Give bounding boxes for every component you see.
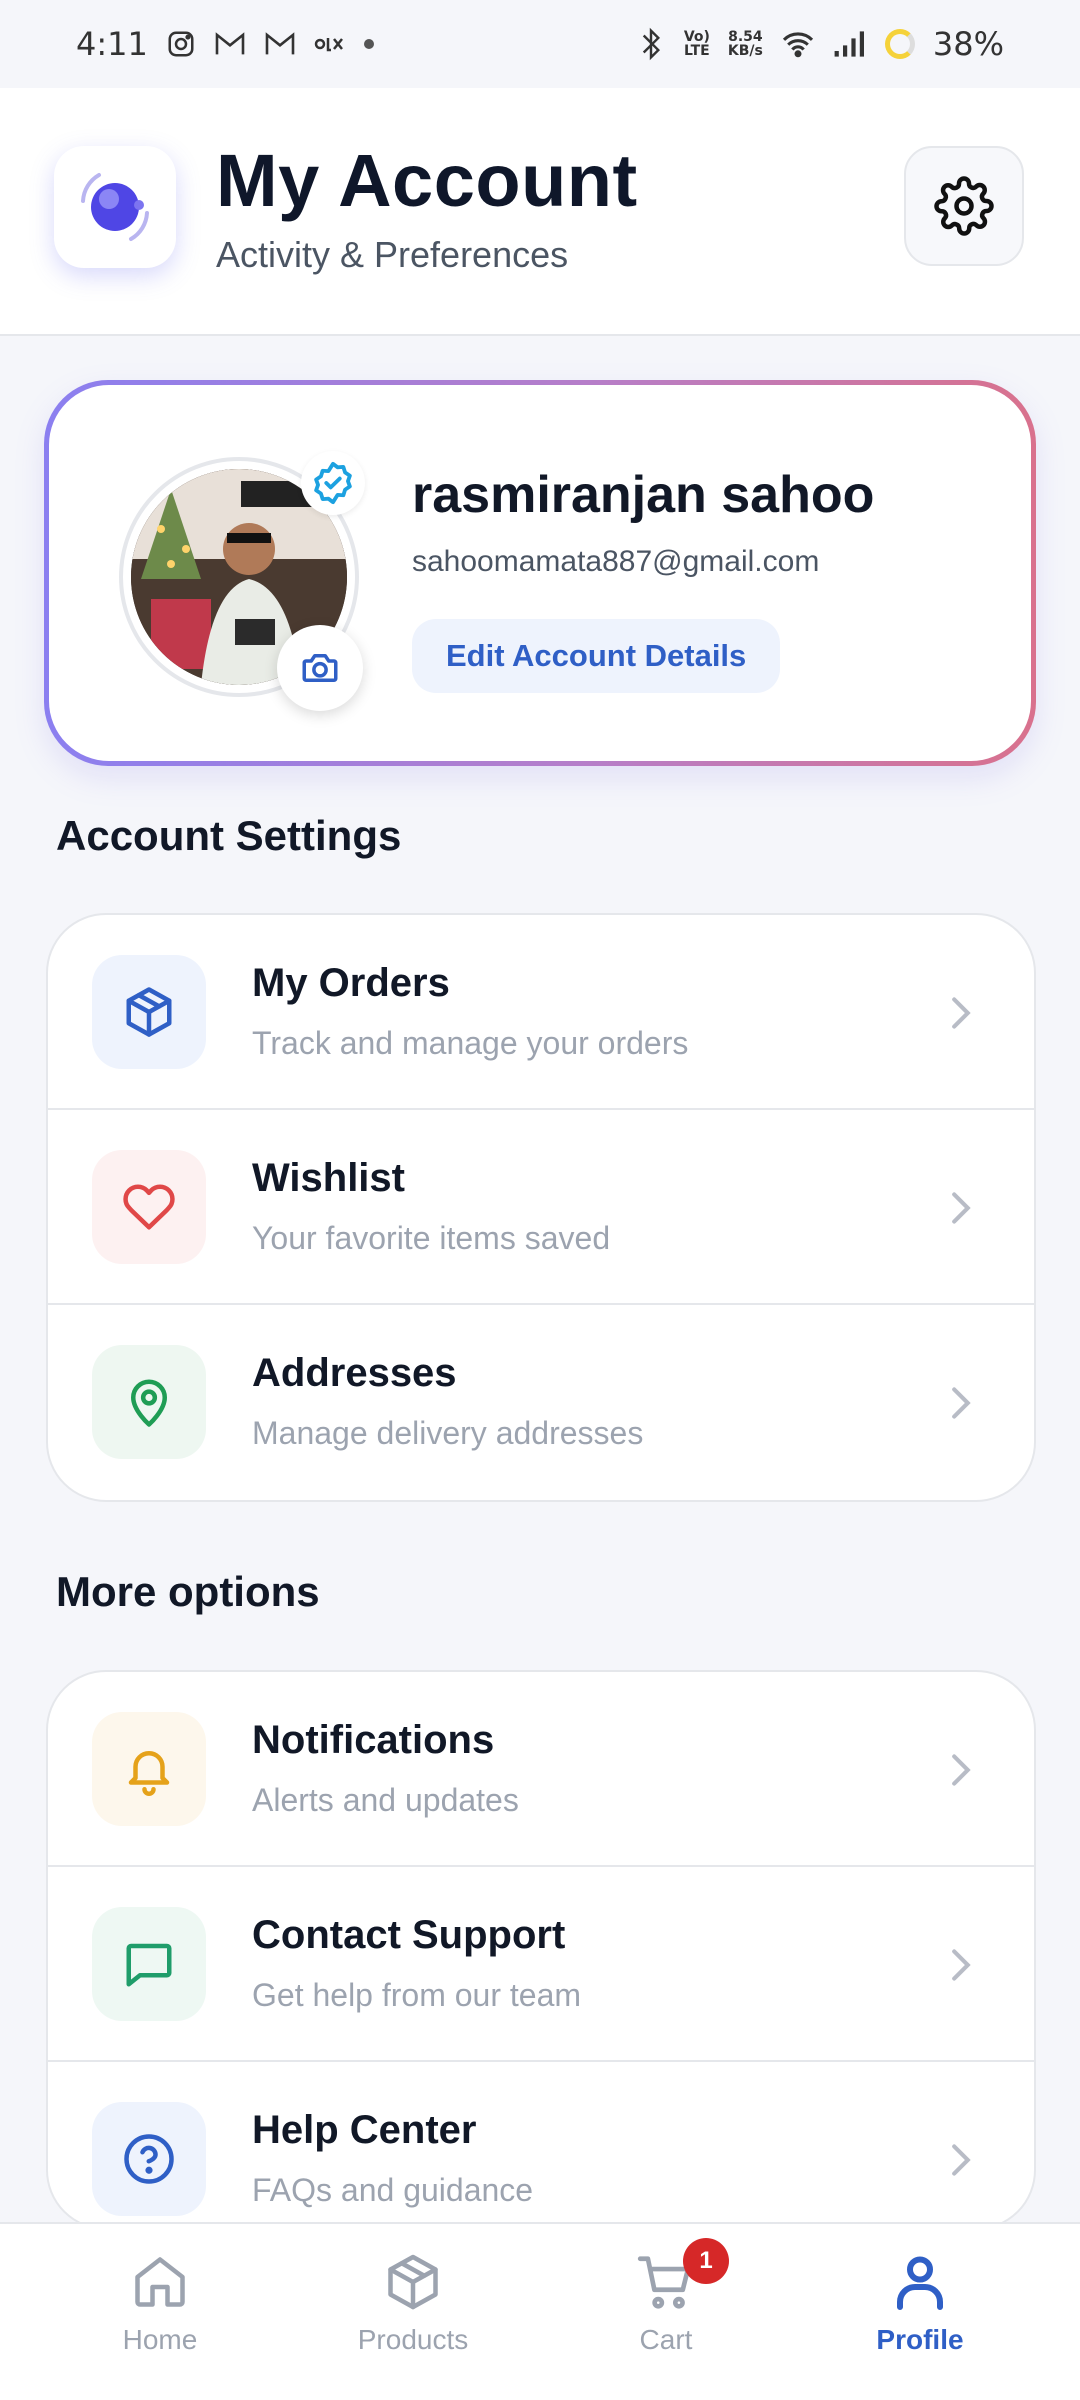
bottom-navigation: Home Products 1 Cart Profile xyxy=(0,2222,1080,2400)
notifications-icon-tile xyxy=(92,1712,206,1826)
list-item-title: My Orders xyxy=(252,961,450,1005)
cart-count-badge: 1 xyxy=(683,2238,729,2284)
list-item-title: Addresses xyxy=(252,1351,457,1395)
list-item-title: Notifications xyxy=(252,1718,495,1762)
chevron-right-icon xyxy=(946,1385,976,1421)
account-settings-list: My Orders Track and manage your orders W… xyxy=(46,913,1036,1502)
change-photo-button[interactable] xyxy=(277,625,363,711)
addresses-icon-tile xyxy=(92,1345,206,1459)
instagram-icon xyxy=(166,29,196,59)
nav-home[interactable]: Home xyxy=(60,2244,260,2384)
more-options-heading: More options xyxy=(56,1568,320,1615)
account-settings-heading: Account Settings xyxy=(56,812,402,859)
nav-home-label: Home xyxy=(122,2324,198,2355)
signal-icon xyxy=(833,30,867,58)
verified-badge xyxy=(301,451,365,515)
edit-account-button[interactable]: Edit Account Details xyxy=(412,619,781,693)
profile-card: rasmiranjan sahoo sahoomamata887@gmail.c… xyxy=(44,380,1036,766)
wishlist-icon-tile xyxy=(92,1150,206,1264)
bluetooth-icon xyxy=(636,27,666,61)
nav-products[interactable]: Products xyxy=(313,2244,513,2384)
gmail-icon xyxy=(214,31,246,57)
list-item-help-center[interactable]: Help Center FAQs and guidance xyxy=(48,2062,1034,2228)
gmail-icon xyxy=(264,31,296,57)
status-bar-right: Vo) LTE 8.54 KB/s 38% xyxy=(636,25,1004,63)
battery-icon xyxy=(884,29,915,59)
camera-icon xyxy=(302,654,338,682)
list-item-subtitle: Track and manage your orders xyxy=(252,1025,689,1061)
page-header: My Account Activity & Preferences xyxy=(0,88,1080,336)
speed-unit: KB/s xyxy=(727,43,763,59)
nav-cart-label: Cart xyxy=(639,2324,693,2355)
user-email: sahoomamata887@gmail.com xyxy=(412,545,820,578)
more-options-list: Notifications Alerts and updates Contact… xyxy=(46,1670,1036,2230)
profile-card-inner: rasmiranjan sahoo sahoomamata887@gmail.c… xyxy=(49,385,1031,761)
heart-icon xyxy=(123,1184,175,1230)
battery-percent: 38% xyxy=(932,25,1004,63)
volte-bottom: LTE xyxy=(684,43,710,59)
status-bar: 4:11 Vo) LTE 8.54 KB/s 38% xyxy=(0,0,1080,88)
help-icon-tile xyxy=(92,2102,206,2216)
cart-icon: 1 xyxy=(635,2238,729,2320)
page-subtitle: Activity & Preferences xyxy=(216,234,569,275)
list-item-contact-support[interactable]: Contact Support Get help from our team xyxy=(48,1867,1034,2062)
verified-check-icon xyxy=(314,461,352,505)
network-speed: 8.54 KB/s xyxy=(728,30,763,58)
map-pin-icon xyxy=(131,1379,167,1427)
message-icon xyxy=(126,1943,172,1987)
user-name: rasmiranjan sahoo xyxy=(412,466,875,524)
list-item-subtitle: FAQs and guidance xyxy=(252,2172,534,2208)
user-icon xyxy=(890,2244,950,2320)
status-bar-left: 4:11 xyxy=(76,25,376,63)
home-icon xyxy=(130,2244,190,2320)
orders-icon-tile xyxy=(92,955,206,1069)
page-title: My Account xyxy=(216,139,638,222)
support-icon-tile xyxy=(92,1907,206,2021)
nav-profile[interactable]: Profile xyxy=(820,2244,1020,2384)
chevron-right-icon xyxy=(946,1190,976,1226)
list-item-wishlist[interactable]: Wishlist Your favorite items saved xyxy=(48,1110,1034,1305)
list-item-title: Help Center xyxy=(252,2108,477,2152)
list-item-addresses[interactable]: Addresses Manage delivery addresses xyxy=(48,1305,1034,1500)
app-logo-icon xyxy=(81,173,149,241)
chevron-right-icon xyxy=(946,1947,976,1983)
list-item-my-orders[interactable]: My Orders Track and manage your orders xyxy=(48,915,1034,1110)
app-logo xyxy=(54,146,176,268)
gear-icon xyxy=(934,176,994,236)
bell-icon xyxy=(128,1751,170,1796)
package-icon xyxy=(126,987,172,1037)
status-time: 4:11 xyxy=(76,25,148,63)
settings-button[interactable] xyxy=(904,146,1024,266)
list-item-subtitle: Manage delivery addresses xyxy=(252,1415,644,1451)
list-item-subtitle: Get help from our team xyxy=(252,1977,582,2013)
chevron-right-icon xyxy=(946,2142,976,2178)
dot-icon xyxy=(362,37,376,51)
nav-cart[interactable]: 1 Cart xyxy=(566,2238,766,2384)
help-circle-icon xyxy=(124,2134,174,2184)
nav-products-label: Products xyxy=(357,2324,469,2355)
wifi-icon xyxy=(781,30,815,58)
package-icon xyxy=(383,2244,443,2320)
chevron-right-icon xyxy=(946,995,976,1031)
volte-indicator: Vo) LTE xyxy=(684,30,710,58)
list-item-notifications[interactable]: Notifications Alerts and updates xyxy=(48,1672,1034,1867)
list-item-subtitle: Alerts and updates xyxy=(252,1782,519,1818)
nav-profile-label: Profile xyxy=(876,2324,964,2355)
olx-icon xyxy=(314,34,344,54)
list-item-subtitle: Your favorite items saved xyxy=(252,1220,611,1256)
list-item-title: Contact Support xyxy=(252,1913,566,1957)
list-item-title: Wishlist xyxy=(252,1156,405,1200)
chevron-right-icon xyxy=(946,1752,976,1788)
